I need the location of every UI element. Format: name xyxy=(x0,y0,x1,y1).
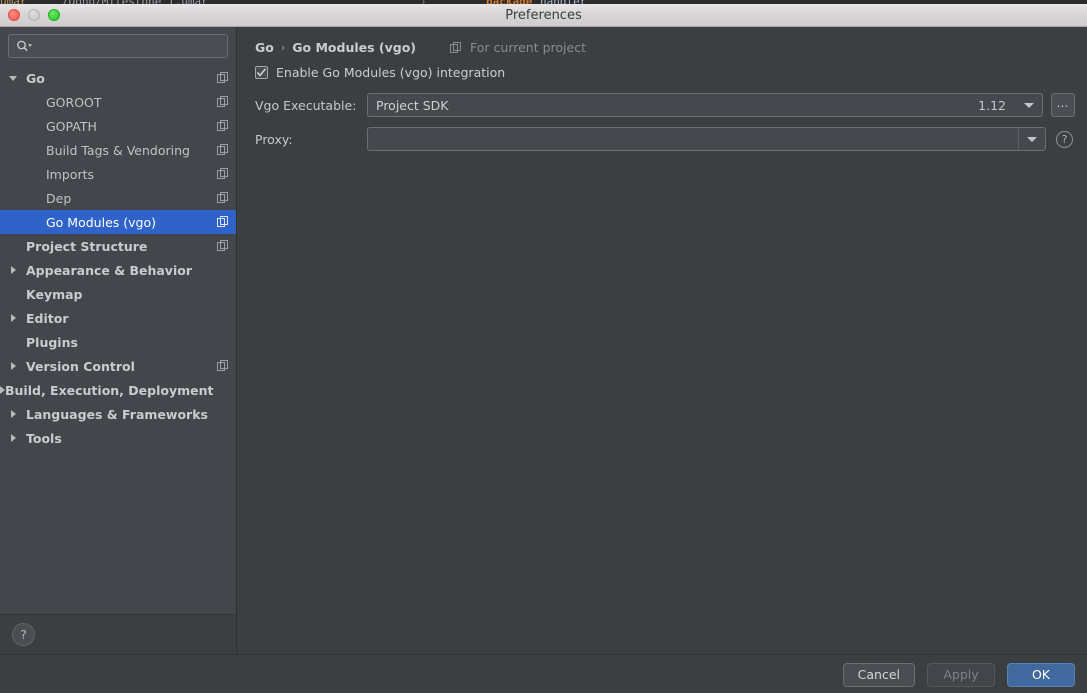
sidebar-item-version-control[interactable]: Version Control xyxy=(0,354,236,378)
sidebar-item-dep[interactable]: Dep xyxy=(0,186,236,210)
sidebar-item-go[interactable]: Go xyxy=(0,66,236,90)
settings-sidebar: Go GOROOT GOPATH Build Tags & Vendoring Impo… xyxy=(0,27,237,654)
search-container xyxy=(0,27,236,64)
preferences-window: Preferences Go GOROOT GOPATH Build Tags & xyxy=(0,4,1087,693)
search-input[interactable] xyxy=(36,38,227,54)
copy-settings-icon xyxy=(210,216,236,228)
sidebar-item-label: Build, Execution, Deployment xyxy=(5,382,214,398)
copy-settings-icon xyxy=(210,96,236,108)
sidebar-item-label: GOROOT xyxy=(46,94,102,110)
help-button[interactable]: ? xyxy=(12,623,35,646)
breadcrumb-root[interactable]: Go xyxy=(255,40,274,55)
settings-form: Vgo Executable: Project SDK 1.12 … Proxy… xyxy=(237,93,1087,151)
sidebar-item-gopath[interactable]: GOPATH xyxy=(0,114,236,138)
copy-settings-icon xyxy=(450,41,470,54)
copy-settings-icon xyxy=(210,360,236,372)
sidebar-footer: ? xyxy=(0,614,236,654)
breadcrumb-separator-icon: › xyxy=(280,41,286,54)
copy-settings-icon xyxy=(210,72,236,84)
window-title: Preferences xyxy=(505,7,582,23)
sidebar-item-label: Languages & Frameworks xyxy=(26,406,208,422)
chevron-right-icon[interactable] xyxy=(0,410,26,418)
sidebar-item-label: Dep xyxy=(46,190,72,206)
copy-settings-icon xyxy=(210,240,236,252)
settings-tree: Go GOROOT GOPATH Build Tags & Vendoring Impo… xyxy=(0,64,236,614)
minimize-window-icon[interactable] xyxy=(28,9,40,21)
vgo-executable-label: Vgo Executable: xyxy=(255,97,357,113)
breadcrumb: Go › Go Modules (vgo) For current projec… xyxy=(237,27,1087,55)
breadcrumb-current: Go Modules (vgo) xyxy=(292,40,417,55)
search-icon xyxy=(16,40,32,52)
sidebar-item-keymap[interactable]: Keymap xyxy=(0,282,236,306)
apply-button[interactable]: Apply xyxy=(927,662,995,687)
traffic-light-group xyxy=(8,9,60,21)
chevron-down-icon[interactable] xyxy=(1016,102,1042,108)
copy-settings-icon xyxy=(210,192,236,204)
chevron-right-icon[interactable] xyxy=(0,362,26,370)
sidebar-item-label: Imports xyxy=(46,166,94,182)
sidebar-item-appearance-behavior[interactable]: Appearance & Behavior xyxy=(0,258,236,282)
enable-integration-checkbox[interactable] xyxy=(255,66,268,79)
enable-integration-row[interactable]: Enable Go Modules (vgo) integration xyxy=(237,55,1087,80)
proxy-row: Proxy: ? xyxy=(255,127,1075,151)
sidebar-item-build-tags-vendoring[interactable]: Build Tags & Vendoring xyxy=(0,138,236,162)
chevron-down-icon[interactable] xyxy=(0,75,26,81)
vgo-executable-combobox[interactable]: Project SDK 1.12 xyxy=(367,93,1043,117)
maximize-window-icon[interactable] xyxy=(48,9,60,21)
sidebar-item-languages-frameworks[interactable]: Languages & Frameworks xyxy=(0,402,236,426)
copy-settings-icon xyxy=(210,120,236,132)
sidebar-item-imports[interactable]: Imports xyxy=(0,162,236,186)
copy-settings-icon xyxy=(210,168,236,180)
proxy-label: Proxy: xyxy=(255,131,293,147)
dialog-body: Go GOROOT GOPATH Build Tags & Vendoring Impo… xyxy=(0,27,1087,654)
scope-label: For current project xyxy=(470,40,586,55)
chevron-right-icon[interactable] xyxy=(0,434,26,442)
ok-button[interactable]: OK xyxy=(1007,662,1075,687)
chevron-down-icon[interactable] xyxy=(1018,128,1045,150)
sidebar-item-build-execution-deployment[interactable]: Build, Execution, Deployment xyxy=(0,378,236,402)
close-window-icon[interactable] xyxy=(8,9,20,21)
dialog-footer: Cancel Apply OK xyxy=(0,654,1087,693)
browse-vgo-executable-button[interactable]: … xyxy=(1051,93,1075,117)
sidebar-item-label: Plugins xyxy=(26,334,78,350)
proxy-help-icon[interactable]: ? xyxy=(1056,130,1073,148)
sidebar-item-label: Keymap xyxy=(26,286,83,302)
vgo-executable-value: Project SDK xyxy=(376,97,449,113)
copy-settings-icon xyxy=(210,144,236,156)
cancel-button[interactable]: Cancel xyxy=(842,662,915,687)
sidebar-item-label: GOPATH xyxy=(46,118,97,134)
enable-integration-label: Enable Go Modules (vgo) integration xyxy=(276,65,506,80)
search-box[interactable] xyxy=(8,34,228,58)
sidebar-item-label: Build Tags & Vendoring xyxy=(46,142,190,158)
sidebar-item-label: Appearance & Behavior xyxy=(26,262,192,278)
checkmark-icon xyxy=(256,68,267,77)
scope-indicator: For current project xyxy=(450,40,586,55)
chevron-right-icon[interactable] xyxy=(0,314,26,322)
sidebar-item-tools[interactable]: Tools xyxy=(0,426,236,450)
sidebar-item-label: Go Modules (vgo) xyxy=(46,214,156,230)
vgo-version-label: 1.12 xyxy=(978,97,1006,113)
proxy-combobox[interactable] xyxy=(367,127,1046,151)
sidebar-item-label: Version Control xyxy=(26,358,135,374)
sidebar-item-label: Tools xyxy=(26,430,62,446)
sidebar-item-project-structure[interactable]: Project Structure xyxy=(0,234,236,258)
sidebar-item-go-modules-vgo[interactable]: Go Modules (vgo) xyxy=(0,210,236,234)
window-titlebar: Preferences xyxy=(0,4,1087,27)
sidebar-item-label: Editor xyxy=(26,310,69,326)
settings-detail-panel: Go › Go Modules (vgo) For current projec… xyxy=(237,27,1087,654)
sidebar-item-plugins[interactable]: Plugins xyxy=(0,330,236,354)
chevron-right-icon[interactable] xyxy=(0,266,26,274)
sidebar-item-editor[interactable]: Editor xyxy=(0,306,236,330)
sidebar-item-label: Project Structure xyxy=(26,238,148,254)
sidebar-item-label: Go xyxy=(26,70,45,86)
sidebar-item-goroot[interactable]: GOROOT xyxy=(0,90,236,114)
vgo-executable-row: Vgo Executable: Project SDK 1.12 … xyxy=(255,93,1075,117)
